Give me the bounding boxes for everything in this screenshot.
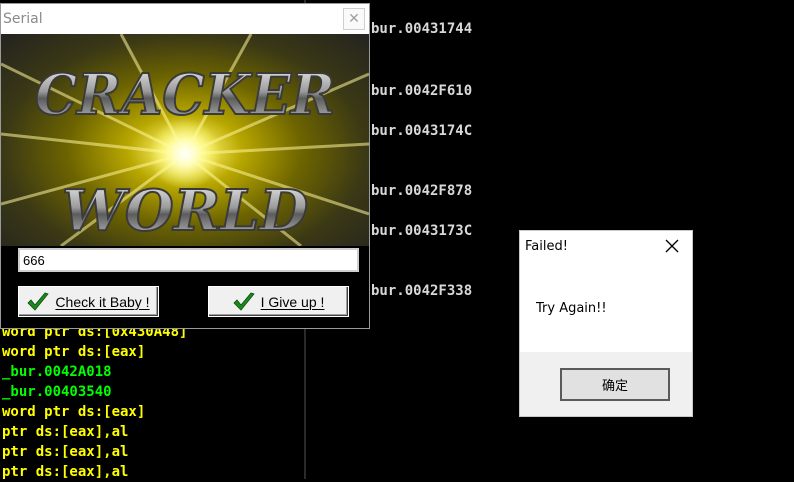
asm-line[interactable]: ptr ds:[eax],al (2, 422, 128, 442)
asm-line[interactable]: _bur.00403540 (2, 382, 112, 402)
failed-dialog: Failed! Try Again!! 确定 (519, 230, 693, 417)
ok-button-label: 确定 (601, 379, 628, 394)
reference-line[interactable]: bur.0042F338 (371, 283, 472, 299)
reference-line[interactable]: bur.00431744 (371, 21, 472, 37)
ok-button[interactable]: 确定 (560, 368, 670, 401)
reference-line[interactable]: bur.0043173C (371, 223, 472, 239)
asm-line[interactable]: _bur.0042A018 (2, 362, 112, 382)
reference-line[interactable]: bur.0043174C (371, 123, 472, 139)
give-up-button[interactable]: I Give up ! (208, 286, 349, 317)
close-icon[interactable] (664, 238, 680, 254)
serial-input[interactable] (18, 248, 359, 272)
failed-dialog-footer: 确定 (520, 352, 692, 416)
give-up-button-label: I Give up ! (260, 293, 325, 310)
asm-line[interactable]: word ptr ds:[eax] (2, 402, 145, 422)
serial-close-button[interactable]: ✕ (343, 8, 365, 30)
banner-title-world: WORLD (62, 178, 309, 244)
checkmark-icon (27, 292, 50, 311)
banner-graphic: CRACKER WORLD (1, 34, 369, 246)
reference-line[interactable]: bur.0042F878 (371, 183, 472, 199)
reference-line[interactable]: bur.0042F610 (371, 83, 472, 99)
cracker-world-banner: CRACKER WORLD (1, 34, 369, 246)
check-button-label: Check it Baby ! (55, 293, 150, 310)
asm-line[interactable]: word ptr ds:[eax] (2, 342, 145, 362)
banner-title-cracker: CRACKER (35, 62, 335, 128)
serial-window-title: Serial (3, 11, 43, 27)
serial-titlebar[interactable]: Serial ✕ (1, 4, 369, 34)
check-it-baby-button[interactable]: Check it Baby ! (18, 286, 159, 317)
close-icon: ✕ (348, 11, 360, 27)
failed-dialog-title: Failed! (525, 239, 568, 254)
checkmark-icon (233, 292, 255, 311)
serial-window: Serial ✕ CRACKER WORLD 666 Check it Baby… (0, 3, 370, 329)
failed-dialog-message: Try Again!! (536, 301, 607, 316)
asm-line[interactable]: ptr ds:[eax],al (2, 442, 128, 462)
asm-line[interactable]: ptr ds:[eax],al (2, 462, 128, 482)
